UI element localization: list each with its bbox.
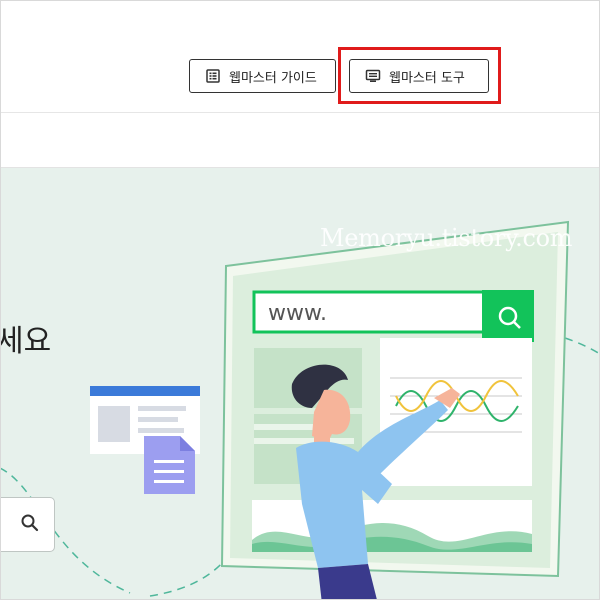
- search-button[interactable]: [0, 497, 55, 552]
- person-illustration: [291, 364, 460, 600]
- document-illustration: [90, 386, 200, 494]
- hero-headline: 세요: [0, 324, 52, 359]
- list-icon: [205, 68, 221, 84]
- webmaster-guide-label: 웹마스터 가이드: [229, 70, 317, 86]
- hero-section: 세요 www. Memoryu.tistory.com: [0, 168, 600, 600]
- highlight-box: [338, 47, 501, 104]
- browser-url-text: www.: [268, 301, 327, 326]
- search-icon: [20, 513, 40, 537]
- header-divider: [0, 112, 600, 113]
- page-header: 웹마스터 가이드 웹마스터 도구: [0, 0, 600, 168]
- watermark: Memoryu.tistory.com: [320, 224, 573, 252]
- webmaster-guide-button[interactable]: 웹마스터 가이드: [189, 59, 336, 93]
